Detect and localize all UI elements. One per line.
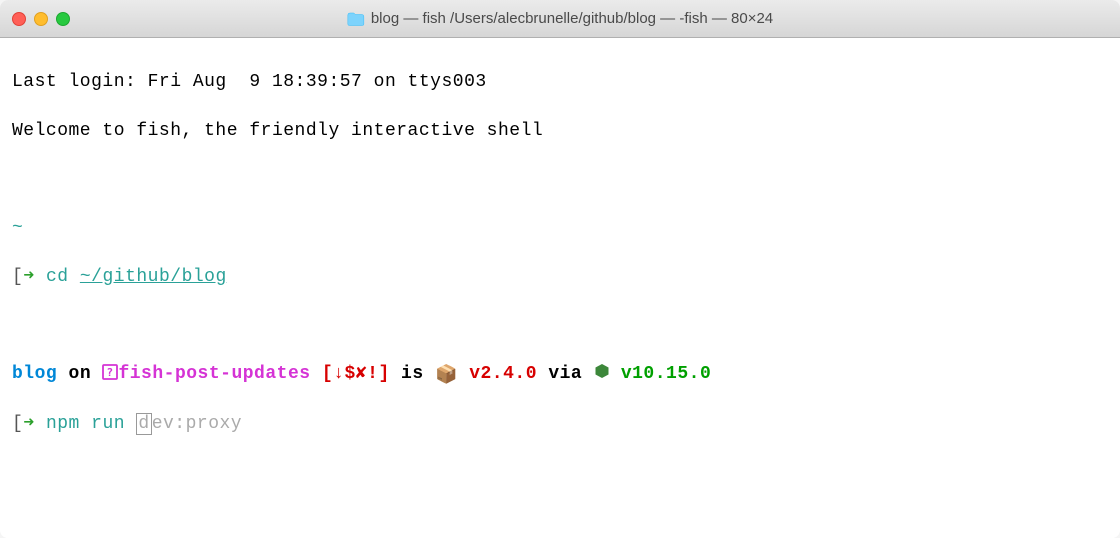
terminal-body[interactable]: Last login: Fri Aug 9 18:39:57 on ttys00… <box>0 38 1120 538</box>
prompt-dir: blog <box>12 364 57 384</box>
branch-name: fish-post-updates <box>118 364 310 384</box>
welcome-line: Welcome to fish, the friendly interactiv… <box>12 119 1108 143</box>
open-bracket: [ <box>12 267 23 287</box>
titlebar[interactable]: blog — fish /Users/alecbrunelle/github/b… <box>0 0 1120 38</box>
maximize-icon[interactable] <box>56 12 70 26</box>
prompt-line-2[interactable]: [➜ npm run dev:proxy <box>12 412 1108 436</box>
window-title: blog — fish /Users/alecbrunelle/github/b… <box>371 10 773 27</box>
git-status-open: [ <box>311 364 334 384</box>
cwd-line: ~ <box>12 216 1108 240</box>
cd-command: cd <box>46 267 80 287</box>
on-text: on <box>57 364 102 384</box>
via-text: via <box>537 364 594 384</box>
blank-line <box>12 167 1108 191</box>
prompt-arrow-icon: ➜ <box>23 414 46 434</box>
pkg-version: v2.4.0 <box>458 364 537 384</box>
traffic-lights <box>12 12 70 26</box>
open-bracket: [ <box>12 414 23 434</box>
branch-icon: ? <box>102 364 118 384</box>
last-login-line: Last login: Fri Aug 9 18:39:57 on ttys00… <box>12 70 1108 94</box>
prompt-status-line: blog on ? fish-post-updates [↓$✘!] is 📦 v… <box>12 362 1108 388</box>
terminal-window: blog — fish /Users/alecbrunelle/github/b… <box>0 0 1120 538</box>
cursor[interactable]: d <box>136 413 151 435</box>
window-title-content: blog — fish /Users/alecbrunelle/github/b… <box>347 10 773 27</box>
prompt-line-1: [➜ cd ~/github/blog <box>12 265 1108 289</box>
folder-icon <box>347 12 365 26</box>
git-status-close: ] <box>378 364 389 384</box>
is-text: is <box>390 364 435 384</box>
svg-text:?: ? <box>107 366 114 379</box>
package-icon: 📦 <box>435 364 458 388</box>
node-icon <box>594 363 610 387</box>
node-version: v10.15.0 <box>610 364 712 384</box>
prompt-arrow-icon: ➜ <box>23 267 46 287</box>
minimize-icon[interactable] <box>34 12 48 26</box>
git-status: ↓$✘! <box>333 364 378 384</box>
typed-command: npm run <box>46 414 136 434</box>
cd-path: ~/github/blog <box>80 267 227 287</box>
close-icon[interactable] <box>12 12 26 26</box>
autosuggestion: ev:proxy <box>152 414 242 434</box>
blank-line <box>12 313 1108 337</box>
